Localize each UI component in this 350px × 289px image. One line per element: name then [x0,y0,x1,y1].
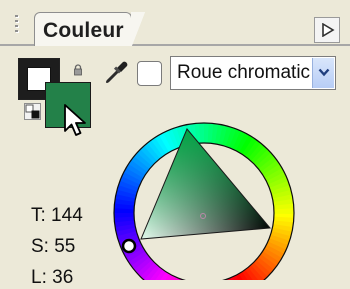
tab-couleur[interactable]: Couleur [34,12,132,48]
chevron-down-icon [318,68,330,77]
panel-menu-button[interactable] [314,17,340,43]
color-model-select-value: Roue chromatic [177,62,315,84]
color-wheel[interactable] [101,98,315,280]
color-model-select[interactable]: Roue chromatic [170,56,336,90]
hue-value: T: 144 [31,205,83,227]
hue-selector[interactable] [123,240,135,252]
drag-grip[interactable] [14,15,20,39]
lock-icon[interactable] [73,64,83,76]
saturation-value: S: 55 [31,236,75,258]
mouse-cursor-icon [64,104,88,138]
panel-header: Couleur [0,0,350,46]
color-panel: Couleur Roue chromatic [0,0,350,280]
tab-couleur-label: Couleur [43,19,124,43]
menu-arrow-icon [321,23,335,37]
eyedropper-icon[interactable] [104,59,130,85]
reset-colors-icon[interactable] [24,103,41,120]
select-dropdown-button[interactable] [312,58,334,88]
websafe-checkbox[interactable] [137,61,162,86]
lightness-value: L: 36 [31,267,73,289]
